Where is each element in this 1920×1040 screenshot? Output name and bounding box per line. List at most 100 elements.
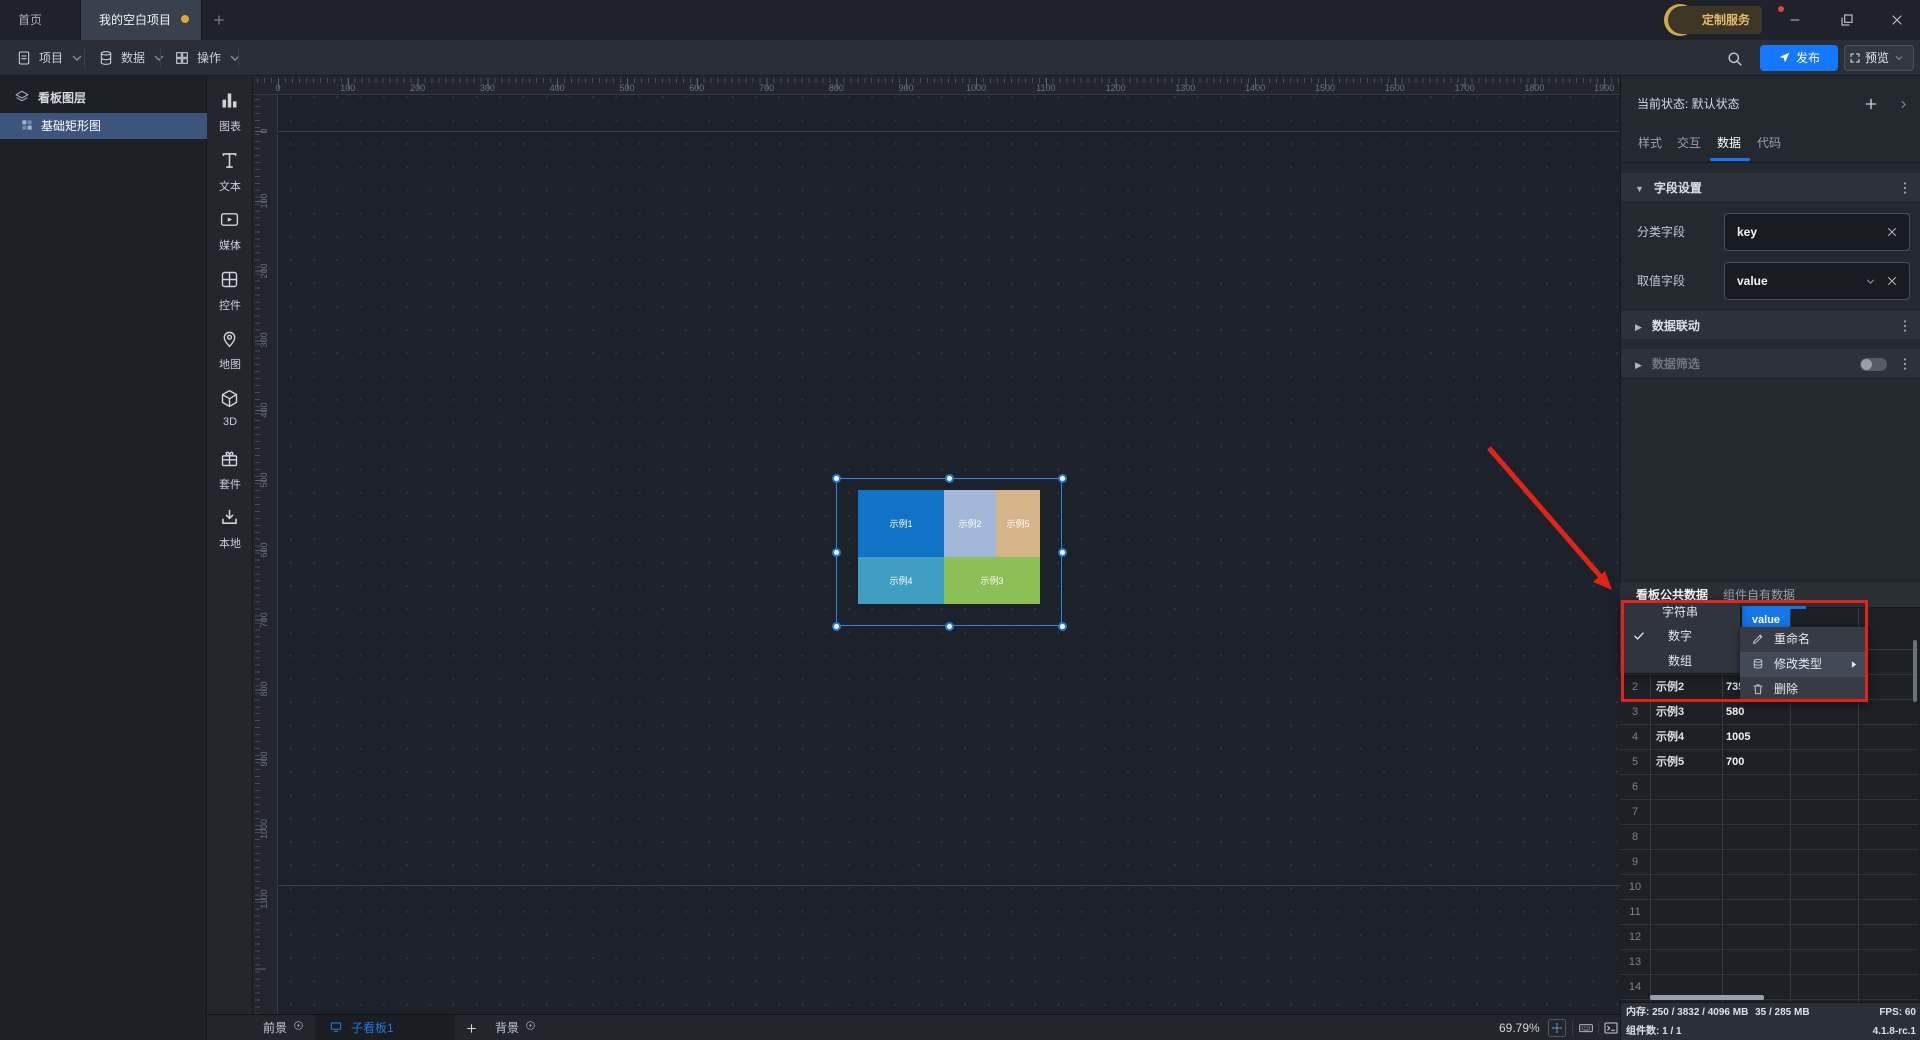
new-tab-button[interactable]: [212, 13, 226, 27]
chevron-right-icon[interactable]: [1897, 98, 1910, 111]
console-icon[interactable]: [1602, 1019, 1620, 1037]
value-field-value: value: [1737, 274, 1768, 288]
category-field-label: 分类字段: [1637, 225, 1686, 239]
ruler-label-h: 700: [759, 83, 775, 93]
clear-icon[interactable]: [1885, 225, 1899, 239]
table-row[interactable]: 13: [1620, 950, 1918, 975]
memory-value: 250 / 3832 / 4096 MB: [1652, 1007, 1749, 1018]
resize-handle[interactable]: [831, 473, 841, 483]
strip-item-媒体[interactable]: 媒体: [207, 207, 253, 259]
cell-value[interactable]: 700: [1726, 750, 1744, 775]
table-row[interactable]: 4 示例4 1005: [1620, 725, 1918, 750]
add-foreground-icon[interactable]: [293, 1020, 304, 1031]
section-field-settings[interactable]: ▼ 字段设置: [1621, 172, 1920, 202]
context-menu-item-修改类型[interactable]: 修改类型: [1740, 652, 1868, 677]
menu-actions[interactable]: 操作: [164, 40, 264, 76]
kebab-menu-icon[interactable]: [1897, 356, 1913, 372]
resize-handle[interactable]: [1057, 621, 1067, 631]
resize-handle[interactable]: [831, 547, 841, 557]
dragged-column-tag[interactable]: value: [1742, 609, 1790, 628]
cell-key[interactable]: 示例4: [1656, 725, 1684, 750]
table-row[interactable]: 5 示例5 700: [1620, 750, 1918, 775]
type-menu-item-数组[interactable]: 数组: [1620, 649, 1740, 673]
context-menu-item-删除[interactable]: 删除: [1740, 677, 1868, 702]
subboard-tab[interactable]: 子看板1: [315, 1015, 455, 1040]
table-row[interactable]: 7: [1620, 800, 1918, 825]
ruler-label-h: 1500: [1314, 83, 1336, 93]
resize-handle[interactable]: [944, 621, 954, 631]
minimize-button[interactable]: [1778, 13, 1812, 27]
clear-icon[interactable]: [1885, 274, 1899, 288]
tab-code[interactable]: 代码: [1757, 128, 1781, 158]
context-menu-item-重命名[interactable]: 重命名: [1740, 627, 1868, 652]
preview-button[interactable]: 预览: [1844, 45, 1914, 71]
type-menu-item-数字[interactable]: 数字: [1620, 624, 1740, 648]
strip-item-地图[interactable]: 地图: [207, 326, 253, 378]
strip-item-图表[interactable]: 图表: [207, 88, 253, 140]
table-horizontal-scrollbar[interactable]: [1650, 995, 1764, 1000]
ruler-label-h: 1700: [1454, 83, 1475, 93]
resize-handle[interactable]: [944, 473, 954, 483]
resize-handle[interactable]: [1057, 473, 1067, 483]
table-row[interactable]: 8: [1620, 825, 1918, 850]
table-row[interactable]: 3 示例3 580: [1620, 700, 1918, 725]
row-number: 13: [1628, 956, 1642, 968]
type-menu-item-字符串[interactable]: 字符串: [1620, 600, 1740, 624]
keyboard-shortcuts-icon[interactable]: [1577, 1019, 1595, 1037]
strip-item-控件[interactable]: 控件: [207, 267, 253, 319]
resize-handle[interactable]: [1057, 547, 1067, 557]
section-data-filter[interactable]: ▶ 数据筛选: [1621, 348, 1920, 378]
tab-home[interactable]: 首页: [0, 0, 81, 40]
zoom-level[interactable]: 69.79%: [1499, 1015, 1540, 1040]
search-icon[interactable]: [1726, 50, 1743, 67]
table-row[interactable]: 9: [1620, 850, 1918, 875]
tab-interaction[interactable]: 交互: [1677, 128, 1701, 158]
notification-dot: [1778, 6, 1784, 12]
add-background-icon[interactable]: [525, 1020, 536, 1031]
ruler-label-h: 1600: [1384, 83, 1405, 93]
cell-key[interactable]: 示例5: [1656, 750, 1684, 775]
table-row[interactable]: 11: [1620, 900, 1918, 925]
row-number: 7: [1631, 806, 1639, 818]
foreground-tab[interactable]: 前景: [263, 1015, 287, 1040]
data-filter-toggle[interactable]: [1860, 358, 1887, 371]
cell-key[interactable]: 示例2: [1656, 675, 1684, 700]
strip-item-本地[interactable]: 本地: [207, 505, 253, 557]
strip-item-文本[interactable]: 文本: [207, 148, 253, 200]
value-field-select[interactable]: value: [1724, 262, 1910, 300]
close-button[interactable]: [1880, 12, 1914, 28]
tab-style[interactable]: 样式: [1638, 128, 1662, 158]
row-number: 4: [1631, 731, 1639, 743]
pencil-icon: [1751, 632, 1765, 646]
table-row[interactable]: 12: [1620, 925, 1918, 950]
section-data-linkage[interactable]: ▶ 数据联动: [1621, 310, 1920, 340]
table-row[interactable]: 10: [1620, 875, 1918, 900]
ruler-label-h: 500: [619, 83, 635, 93]
add-state-icon[interactable]: [1863, 96, 1879, 112]
maximize-button[interactable]: [1830, 12, 1864, 28]
category-field-input[interactable]: key: [1724, 213, 1910, 251]
table-row[interactable]: 6: [1620, 775, 1918, 800]
strip-item-label: 媒体: [219, 240, 241, 253]
tab-project[interactable]: 我的空白项目: [81, 0, 202, 40]
context-menu-item-label: 删除: [1774, 682, 1799, 696]
cell-value[interactable]: 580: [1726, 700, 1744, 725]
cell-value[interactable]: 1005: [1726, 725, 1750, 750]
publish-button[interactable]: 发布: [1760, 45, 1838, 71]
add-subboard-button[interactable]: [465, 1022, 478, 1035]
layer-item-treemap[interactable]: 基础矩形图: [0, 113, 207, 139]
cell-key[interactable]: 示例3: [1656, 700, 1684, 725]
pin-icon: [219, 328, 240, 349]
kebab-menu-icon[interactable]: [1897, 318, 1913, 334]
strip-item-3D[interactable]: 3D: [207, 386, 253, 438]
artboard-top-edge: [278, 131, 1620, 132]
custom-service-button[interactable]: 定制服务: [1668, 6, 1763, 34]
ruler-label-v: 500: [259, 472, 269, 488]
background-tab[interactable]: 背景: [495, 1015, 519, 1040]
table-vertical-scrollbar[interactable]: [1913, 640, 1917, 702]
fit-to-screen-icon[interactable]: [1548, 1019, 1566, 1037]
resize-handle[interactable]: [831, 621, 841, 631]
tab-data[interactable]: 数据: [1717, 128, 1741, 158]
kebab-menu-icon[interactable]: [1897, 180, 1913, 196]
strip-item-套件[interactable]: 套件: [207, 446, 253, 498]
